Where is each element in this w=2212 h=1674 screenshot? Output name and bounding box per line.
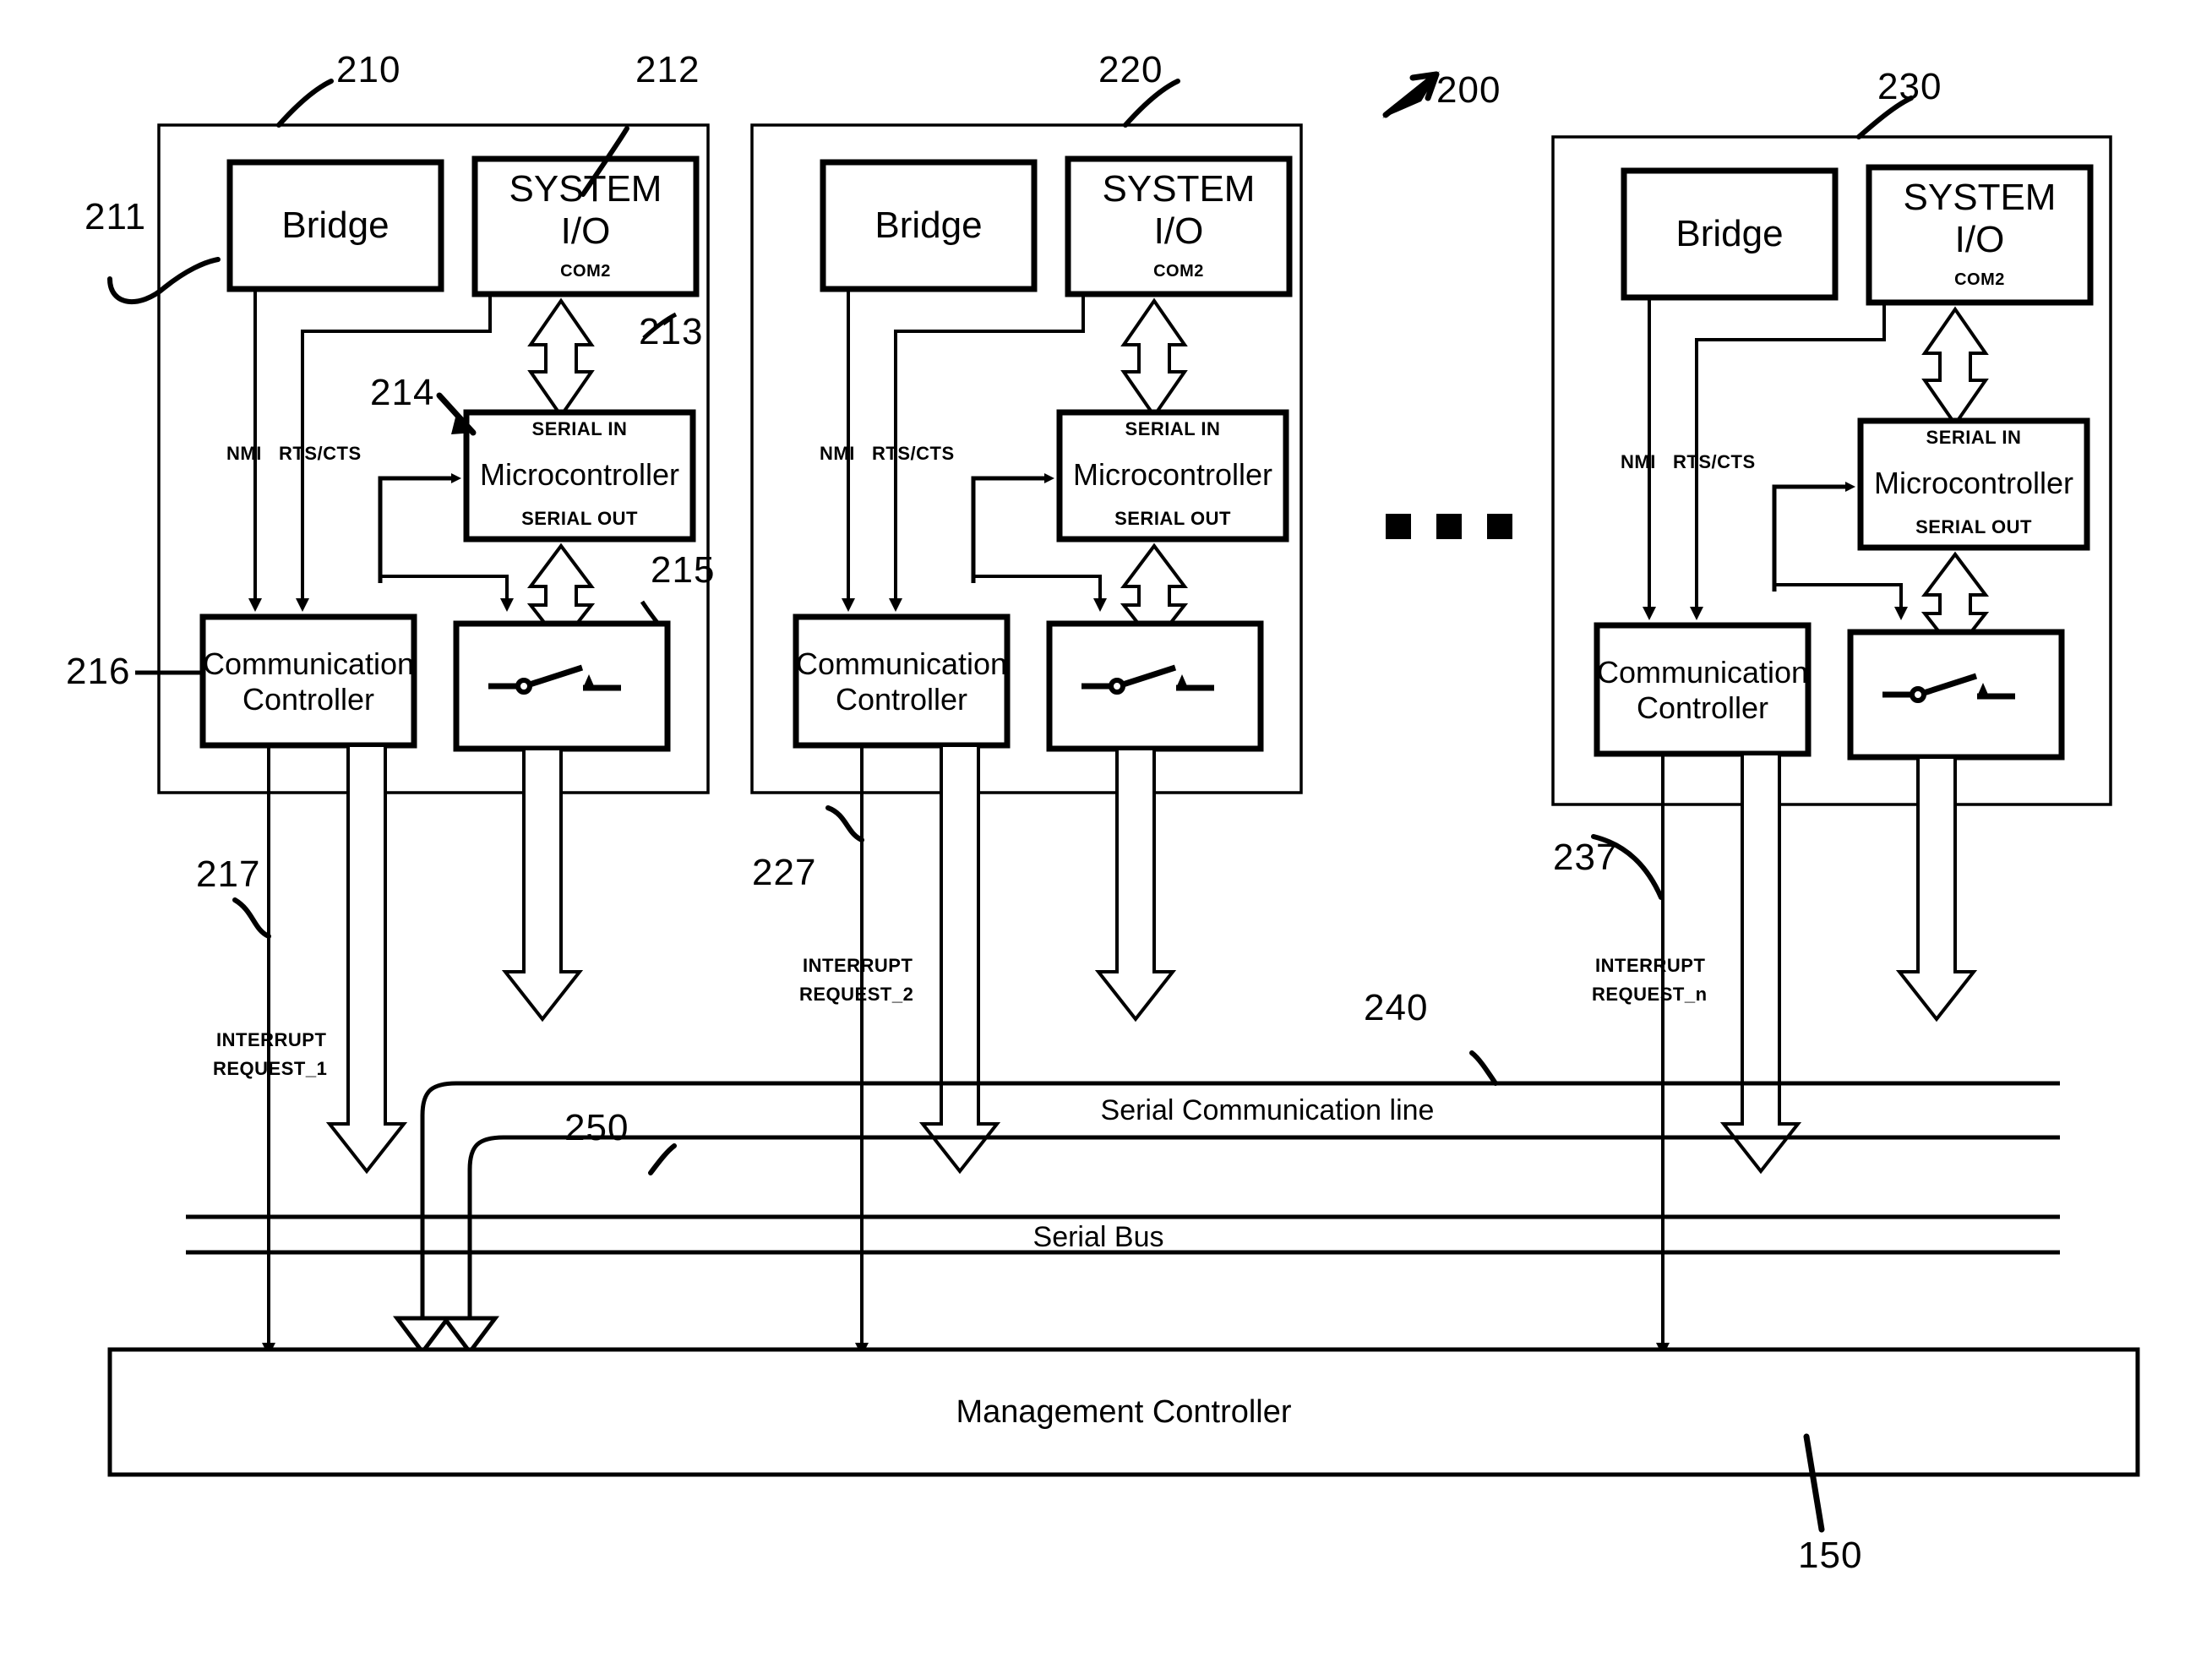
nmi-label-3: NMI <box>1621 451 1656 472</box>
ref-212: 212 <box>635 49 700 90</box>
system-io-label-3-line2: I/O <box>1954 219 2005 261</box>
interrupt-request-n-line1: INTERRUPT <box>1595 955 1706 976</box>
ref-230: 230 <box>1877 66 1942 107</box>
comm-controller-label-1-line2: Controller <box>242 682 375 717</box>
system-io-label-1-line1: SYSTEM <box>509 168 662 210</box>
interrupt-request-2-line2: REQUEST_2 <box>799 984 914 1005</box>
com-port-label-2: COM2 <box>1153 261 1204 281</box>
ref-211: 211 <box>84 196 147 237</box>
system-io-label-3-line1: SYSTEM <box>1903 177 2057 219</box>
microcontroller-label-3: Microcontroller <box>1873 466 2074 501</box>
ref-213: 213 <box>639 311 704 352</box>
bridge-label-2: Bridge <box>874 204 983 247</box>
serial-in-label-3: SERIAL IN <box>1926 427 2022 448</box>
microcontroller-label-1: Microcontroller <box>479 457 680 493</box>
system-io-label-1-line2: I/O <box>560 210 611 253</box>
ref-210: 210 <box>336 49 401 90</box>
figure-pointer-200 <box>1382 71 1440 118</box>
management-controller-label: Management Controller <box>956 1393 1292 1430</box>
nmi-label-1: NMI <box>226 443 262 464</box>
comm-controller-label-3-line2: Controller <box>1636 690 1769 726</box>
ref-250: 250 <box>564 1107 629 1148</box>
comm-controller-label-3-line1: Communication <box>1596 655 1809 690</box>
comm-controller-label-1-line1: Communication <box>202 646 415 682</box>
bridge-label-3: Bridge <box>1675 213 1784 255</box>
interrupt-request-2-line1: INTERRUPT <box>803 955 913 976</box>
serial-in-label-1: SERIAL IN <box>531 418 628 439</box>
serial-communication-line-label: Serial Communication line <box>1100 1093 1435 1126</box>
comm-controller-label-2-line2: Controller <box>835 682 968 717</box>
ref-150: 150 <box>1798 1535 1863 1576</box>
ref-237: 237 <box>1553 837 1618 878</box>
nmi-label-2: NMI <box>820 443 855 464</box>
interrupt-request-n-line2: REQUEST_n <box>1592 984 1708 1005</box>
ellipsis-dots <box>1386 514 1512 539</box>
interrupt-request-1-line1: INTERRUPT <box>216 1029 327 1050</box>
bridge-label-1: Bridge <box>281 204 390 247</box>
ref-227: 227 <box>752 852 817 893</box>
ref-217: 217 <box>196 853 261 895</box>
ref-240: 240 <box>1364 987 1429 1028</box>
patent-figure-200: 210 211 212 213 214 215 216 217 220 227 … <box>0 0 2212 1674</box>
rts-cts-label-1: RTS/CTS <box>279 443 362 464</box>
ref-220: 220 <box>1098 49 1163 90</box>
system-io-label-2-line1: SYSTEM <box>1102 168 1256 210</box>
ref-200: 200 <box>1436 69 1501 111</box>
microcontroller-label-2: Microcontroller <box>1072 457 1273 493</box>
system-io-label-2-line2: I/O <box>1153 210 1204 253</box>
rts-cts-label-2: RTS/CTS <box>872 443 955 464</box>
ref-214: 214 <box>370 372 435 413</box>
com-port-label-1: COM2 <box>560 261 611 281</box>
serial-out-label-2: SERIAL OUT <box>1114 508 1231 529</box>
interrupt-request-1-line2: REQUEST_1 <box>213 1058 328 1079</box>
serial-in-label-2: SERIAL IN <box>1125 418 1221 439</box>
serial-bus-label: Serial Bus <box>1032 1220 1164 1253</box>
serial-out-label-3: SERIAL OUT <box>1915 516 2032 537</box>
ref-216: 216 <box>66 651 131 692</box>
com-port-label-3: COM2 <box>1954 270 2005 289</box>
serial-out-label-1: SERIAL OUT <box>521 508 638 529</box>
comm-controller-label-2-line1: Communication <box>795 646 1008 682</box>
ref-215: 215 <box>651 549 716 591</box>
rts-cts-label-3: RTS/CTS <box>1673 451 1756 472</box>
